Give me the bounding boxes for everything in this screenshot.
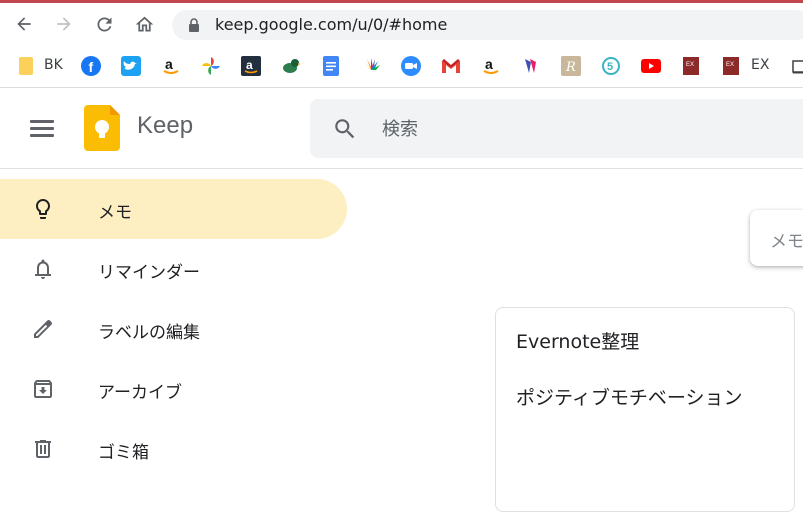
home-icon <box>135 16 153 31</box>
sidebar-item-edit-labels[interactable]: ラベルの編集 <box>0 299 347 359</box>
main-menu-button[interactable] <box>30 120 54 138</box>
amazon-icon[interactable]: a <box>161 56 181 76</box>
address-bar[interactable]: keep.google.com/u/0/#home <box>172 10 803 40</box>
svg-text:f: f <box>89 59 94 75</box>
svg-text:R: R <box>565 60 576 75</box>
folder-icon[interactable] <box>16 56 36 76</box>
bookmark-label-bk[interactable]: BK <box>44 57 63 73</box>
nbc-icon[interactable] <box>361 56 381 76</box>
sidebar-item-label: ラベルの編集 <box>98 323 200 343</box>
zoom-icon[interactable] <box>401 56 421 76</box>
svg-text:a: a <box>165 56 173 72</box>
take-note-input[interactable]: メモ <box>750 210 803 266</box>
browser-toolbar: keep.google.com/u/0/#home <box>0 3 803 45</box>
youtube-icon[interactable] <box>641 56 661 76</box>
search-input[interactable] <box>380 112 764 146</box>
url-text: keep.google.com/u/0/#home <box>215 15 448 34</box>
search-bar[interactable] <box>310 99 803 158</box>
twitter-icon[interactable] <box>121 56 141 76</box>
amazon-icon[interactable]: a <box>481 56 501 76</box>
facebook-icon[interactable]: f <box>81 56 101 76</box>
bookmarks-bar: BK f a a a R 5 EX EX EX <box>0 45 803 88</box>
archive-icon <box>30 376 56 402</box>
lock-icon <box>189 18 199 32</box>
google-photos-icon[interactable] <box>201 56 221 76</box>
menu-icon <box>30 120 54 123</box>
svg-text:EX: EX <box>726 62 734 68</box>
sidebar-item-archive[interactable]: アーカイブ <box>0 359 347 419</box>
ex-icon[interactable]: EX <box>721 56 741 76</box>
sidebar-item-trash[interactable]: ゴミ箱 <box>0 419 347 479</box>
sidebar-item-notes[interactable]: メモ <box>0 179 347 239</box>
ex-icon[interactable]: EX <box>681 56 701 76</box>
note-title: Evernote整理 <box>516 331 640 353</box>
reload-button[interactable] <box>91 11 117 37</box>
rakuten-icon[interactable]: R <box>561 56 581 76</box>
note-body: ポジティブモチベーション <box>516 387 743 409</box>
sidebar-item-label: アーカイブ <box>98 383 182 403</box>
forward-arrow-icon <box>57 17 71 31</box>
bookmark-icon[interactable] <box>521 56 541 76</box>
sidebar-item-label: メモ <box>98 203 132 223</box>
five-icon[interactable]: 5 <box>601 56 621 76</box>
app-title[interactable]: Keep <box>137 112 193 140</box>
lightbulb-icon <box>30 196 56 222</box>
bookmark-label-ex[interactable]: EX <box>751 57 769 73</box>
svg-text:EX: EX <box>686 62 694 68</box>
sidebar-item-label: ゴミ箱 <box>98 443 149 463</box>
search-icon[interactable] <box>332 116 358 142</box>
note-card[interactable]: Evernote整理 ポジティブモチベーション <box>495 307 795 512</box>
gmail-icon[interactable] <box>441 56 461 76</box>
duck-icon[interactable] <box>281 56 301 76</box>
back-button[interactable] <box>11 11 37 37</box>
sidebar-item-label: リマインダー <box>98 263 200 283</box>
bell-icon <box>30 256 56 282</box>
pencil-icon <box>30 316 56 342</box>
keep-logo-icon[interactable] <box>84 105 120 151</box>
bookmark-folder-icon[interactable] <box>789 56 803 76</box>
sidebar-item-reminders[interactable]: リマインダー <box>0 239 347 299</box>
back-arrow-icon <box>17 17 31 31</box>
svg-text:a: a <box>246 58 253 72</box>
svg-text:5: 5 <box>607 61 613 73</box>
amazon-icon[interactable]: a <box>241 56 261 76</box>
google-docs-icon[interactable] <box>321 56 341 76</box>
svg-text:a: a <box>485 56 493 72</box>
trash-icon <box>30 436 56 462</box>
home-button[interactable] <box>131 11 157 37</box>
take-note-placeholder: メモ <box>770 232 803 252</box>
app-header: Keep <box>0 88 803 169</box>
forward-button[interactable] <box>51 11 77 37</box>
reload-icon <box>97 17 111 31</box>
